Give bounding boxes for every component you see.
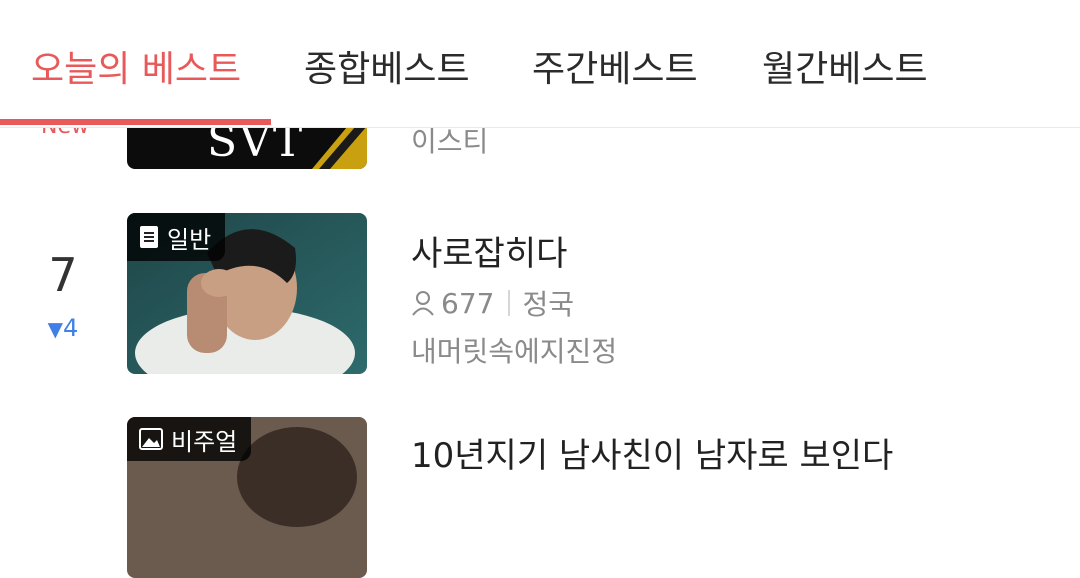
item-meta: 677 정국 [411, 283, 574, 323]
item-thumbnail[interactable]: 비주얼 [127, 417, 367, 578]
rank-number: 7 [48, 248, 78, 302]
category-badge: 일반 [127, 213, 226, 261]
tab-overall-best[interactable]: 종합베스트 [304, 40, 470, 92]
tab-weekly-best[interactable]: 주간베스트 [532, 40, 698, 92]
tab-today-best[interactable]: 오늘의 베스트 [31, 40, 241, 92]
down-arrow-icon: ▼ [47, 317, 64, 341]
badge-label: 일반 [167, 225, 212, 254]
item-thumbnail[interactable]: 일반 [127, 213, 367, 374]
meta-divider [508, 290, 511, 316]
tab-bar: 오늘의 베스트 종합베스트 주간베스트 월간베스트 [0, 0, 1080, 128]
view-count: 677 [441, 286, 495, 320]
active-tab-indicator [0, 119, 271, 125]
person-icon [411, 290, 435, 316]
document-icon [139, 225, 159, 249]
item-title[interactable]: 10년지기 남사친이 남자로 보인다 [411, 428, 893, 477]
tab-monthly-best[interactable]: 월간베스트 [762, 40, 928, 92]
badge-label: 비주얼 [171, 427, 238, 456]
rank-change: ▼4 [40, 316, 86, 340]
item-author: 정국 [522, 288, 574, 321]
item-title[interactable]: 사로잡히다 [411, 226, 567, 275]
rank-change-value: 4 [63, 314, 79, 342]
image-icon [139, 428, 163, 450]
category-badge: 비주얼 [127, 417, 252, 461]
item-artist: 내머릿속에지진정 [411, 335, 618, 368]
